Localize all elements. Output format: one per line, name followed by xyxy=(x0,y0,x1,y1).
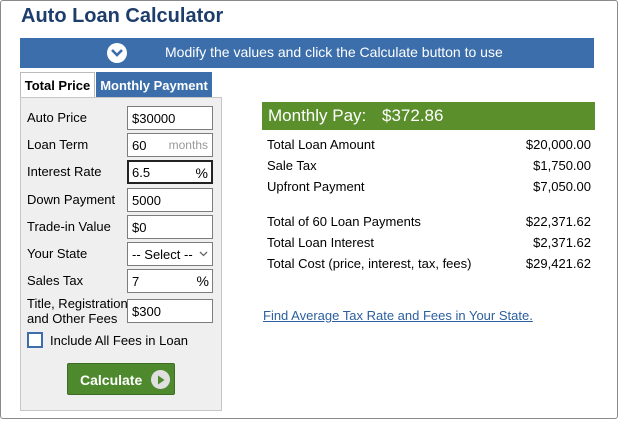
sales-tax-value: 7 xyxy=(132,273,140,289)
result-label: Total Loan Amount xyxy=(267,137,375,152)
sales-tax-label: Sales Tax xyxy=(27,273,84,288)
result-row: Total Cost (price, interest, tax, fees) … xyxy=(267,256,591,272)
loan-term-input[interactable]: 60 months xyxy=(127,133,213,157)
state-label: Your State xyxy=(27,246,88,261)
chevron-down-icon xyxy=(199,249,208,260)
calculate-label: Calculate xyxy=(80,372,143,388)
banner-message: Modify the values and click the Calculat… xyxy=(165,44,503,60)
tab-monthly-payment[interactable]: Monthly Payment xyxy=(96,72,212,98)
result-value: $29,421.62 xyxy=(525,256,591,271)
monthly-pay-header: Monthly Pay: $372.86 xyxy=(262,102,595,130)
result-label: Total Loan Interest xyxy=(267,235,374,250)
auto-price-label: Auto Price xyxy=(27,110,87,125)
instructions-banner[interactable]: Modify the values and click the Calculat… xyxy=(20,38,594,68)
result-row: Upfront Payment $7,050.00 xyxy=(267,179,591,195)
fees-label: Title, Registration and Other Fees xyxy=(27,296,128,326)
auto-price-value: $30000 xyxy=(132,110,176,126)
auto-price-input[interactable]: $30000 xyxy=(127,106,213,130)
play-arrow-icon xyxy=(151,370,170,389)
result-value: $1,750.00 xyxy=(533,158,591,173)
chevron-down-icon[interactable] xyxy=(107,43,127,63)
interest-rate-unit: % xyxy=(195,165,208,181)
result-label: Total Cost (price, interest, tax, fees) xyxy=(267,256,472,271)
calculate-button[interactable]: Calculate xyxy=(67,363,175,395)
trade-in-input[interactable]: $0 xyxy=(127,215,213,239)
down-payment-value: 5000 xyxy=(132,192,161,208)
monthly-pay-label: Monthly Pay: xyxy=(268,106,367,125)
monthly-pay-value: $372.86 xyxy=(382,106,444,125)
result-row: Total Loan Interest $2,371.62 xyxy=(267,235,591,251)
result-row: Total of 60 Loan Payments $22,371.62 xyxy=(267,214,591,230)
include-fees-label[interactable]: Include All Fees in Loan xyxy=(50,333,188,348)
sales-tax-input[interactable]: 7 % xyxy=(127,269,213,293)
down-payment-label: Down Payment xyxy=(27,192,116,207)
down-payment-input[interactable]: 5000 xyxy=(127,188,213,212)
tax-rate-link[interactable]: Find Average Tax Rate and Fees in Your S… xyxy=(263,308,533,323)
result-value: $2,371.62 xyxy=(533,235,591,250)
fees-label-line1: Title, Registration xyxy=(27,296,128,311)
interest-rate-value: 6.5 xyxy=(132,164,151,180)
page-title: Auto Loan Calculator xyxy=(21,5,224,27)
interest-rate-label: Interest Rate xyxy=(27,164,102,179)
state-select[interactable]: -- Select -- xyxy=(127,242,213,266)
fees-input[interactable]: $300 xyxy=(127,299,213,323)
result-value: $7,050.00 xyxy=(533,179,591,194)
state-select-value: -- Select -- xyxy=(132,246,193,262)
trade-in-value: $0 xyxy=(132,219,147,235)
loan-term-label: Loan Term xyxy=(27,137,89,152)
sales-tax-unit: % xyxy=(196,273,209,289)
include-fees-checkbox[interactable] xyxy=(27,332,43,348)
interest-rate-input[interactable]: 6.5 % xyxy=(127,160,213,184)
result-label: Total of 60 Loan Payments xyxy=(267,214,421,229)
result-label: Upfront Payment xyxy=(267,179,365,194)
result-row: Sale Tax $1,750.00 xyxy=(267,158,591,174)
result-value: $20,000.00 xyxy=(525,137,591,152)
tab-total-price[interactable]: Total Price xyxy=(20,72,95,98)
result-row: Total Loan Amount $20,000.00 xyxy=(267,137,591,153)
fees-label-line2: and Other Fees xyxy=(27,311,118,326)
loan-term-value: 60 xyxy=(132,137,147,153)
trade-in-label: Trade-in Value xyxy=(27,219,111,234)
result-value: $22,371.62 xyxy=(525,214,591,229)
fees-value: $300 xyxy=(132,303,161,319)
loan-term-unit: months xyxy=(168,138,208,152)
result-label: Sale Tax xyxy=(267,158,317,173)
